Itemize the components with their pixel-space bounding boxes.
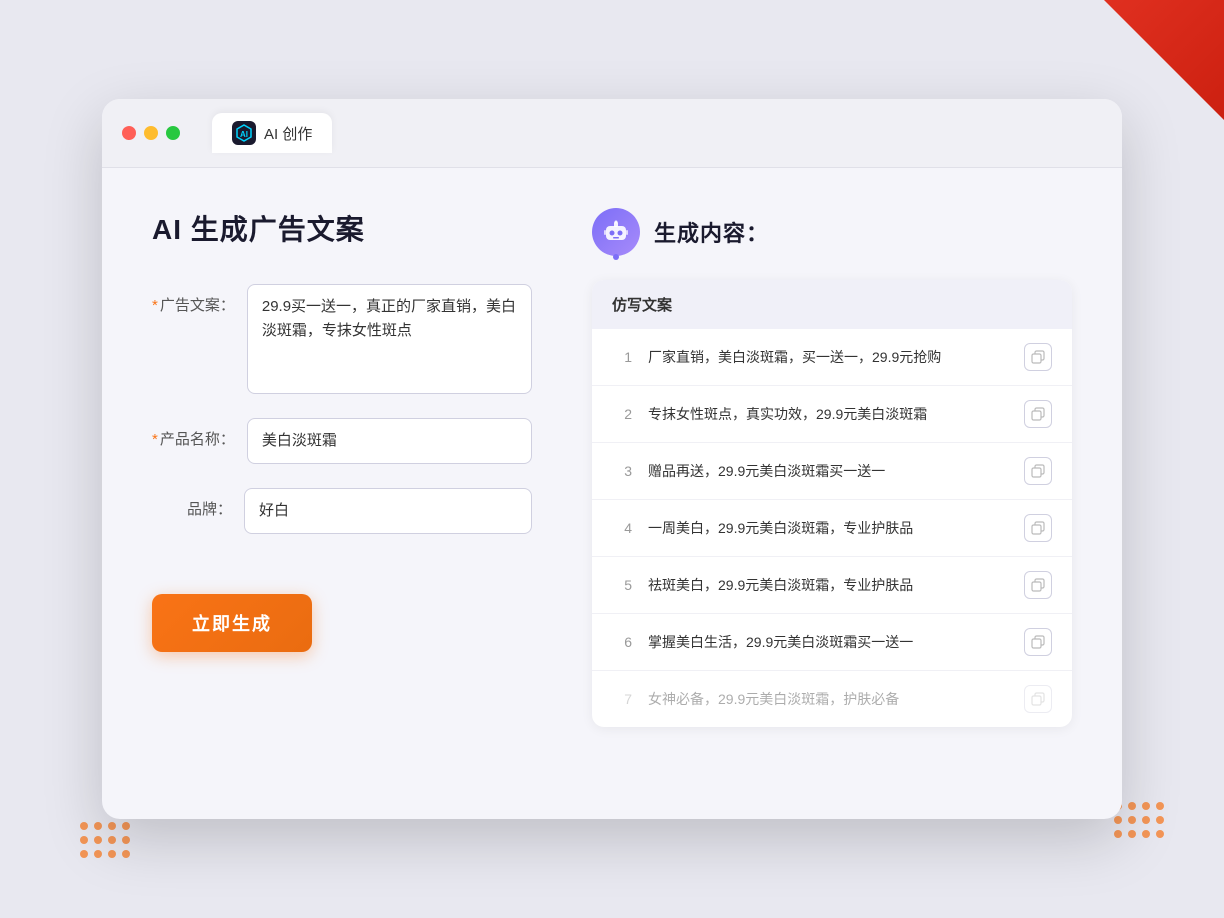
table-header: 仿写文案	[592, 280, 1072, 329]
result-row: 6 掌握美白生活，29.9元美白淡斑霜买一送一	[592, 614, 1072, 671]
decoration-corner-top-right	[1104, 0, 1224, 120]
generate-button[interactable]: 立即生成	[152, 594, 312, 652]
tab-label: AI 创作	[264, 123, 312, 144]
brand-label: 品牌：	[152, 488, 232, 519]
tab-ai-creation[interactable]: AI AI 创作	[212, 113, 332, 153]
decoration-dots-bottom-left	[80, 822, 130, 858]
product-name-row: *产品名称：	[152, 418, 532, 464]
ad-copy-row: *广告文案： 29.9买一送一，真正的厂家直销，美白淡斑霜，专抹女性斑点	[152, 284, 532, 394]
result-row: 2 专抹女性斑点，真实功效，29.9元美白淡斑霜	[592, 386, 1072, 443]
result-row: 7 女神必备，29.9元美白淡斑霜，护肤必备	[592, 671, 1072, 727]
result-title: 生成内容：	[654, 216, 769, 248]
product-name-label: *产品名称：	[152, 418, 235, 449]
product-name-input[interactable]	[247, 418, 532, 464]
row-text: 祛斑美白，29.9元美白淡斑霜，专业护肤品	[648, 575, 1008, 596]
decoration-dots-bottom-right	[1114, 802, 1164, 838]
row-number: 7	[612, 691, 632, 707]
copy-button[interactable]	[1024, 571, 1052, 599]
ad-copy-input[interactable]: 29.9买一送一，真正的厂家直销，美白淡斑霜，专抹女性斑点	[247, 284, 532, 394]
maximize-button[interactable]	[166, 126, 180, 140]
brand-input[interactable]	[244, 488, 532, 534]
copy-button[interactable]	[1024, 400, 1052, 428]
copy-button[interactable]	[1024, 514, 1052, 542]
required-star-product: *	[152, 431, 158, 448]
row-text: 专抹女性斑点，真实功效，29.9元美白淡斑霜	[648, 404, 1008, 425]
row-number: 1	[612, 349, 632, 365]
copy-button[interactable]	[1024, 685, 1052, 713]
main-content: AI 生成广告文案 *广告文案： 29.9买一送一，真正的厂家直销，美白淡斑霜，…	[102, 168, 1122, 788]
required-star-ad: *	[152, 297, 158, 314]
row-text: 女神必备，29.9元美白淡斑霜，护肤必备	[648, 689, 1008, 710]
result-header: 生成内容：	[592, 208, 1072, 256]
minimize-button[interactable]	[144, 126, 158, 140]
results-table: 仿写文案 1 厂家直销，美白淡斑霜，买一送一，29.9元抢购 2 专抹女性斑点，…	[592, 280, 1072, 727]
row-number: 2	[612, 406, 632, 422]
result-row: 1 厂家直销，美白淡斑霜，买一送一，29.9元抢购	[592, 329, 1072, 386]
row-number: 5	[612, 577, 632, 593]
page-title: AI 生成广告文案	[152, 208, 532, 248]
row-text: 赠品再送，29.9元美白淡斑霜买一送一	[648, 461, 1008, 482]
copy-button[interactable]	[1024, 457, 1052, 485]
result-row: 3 赠品再送，29.9元美白淡斑霜买一送一	[592, 443, 1072, 500]
app-window: AI AI 创作 AI 生成广告文案 *广告文案： 29.9买一送一，真正的厂家…	[102, 99, 1122, 819]
row-number: 6	[612, 634, 632, 650]
row-text: 一周美白，29.9元美白淡斑霜，专业护肤品	[648, 518, 1008, 539]
copy-button[interactable]	[1024, 628, 1052, 656]
right-panel: 生成内容： 仿写文案 1 厂家直销，美白淡斑霜，买一送一，29.9元抢购 2 专…	[592, 208, 1072, 748]
row-number: 4	[612, 520, 632, 536]
left-panel: AI 生成广告文案 *广告文案： 29.9买一送一，真正的厂家直销，美白淡斑霜，…	[152, 208, 532, 748]
result-row: 5 祛斑美白，29.9元美白淡斑霜，专业护肤品	[592, 557, 1072, 614]
results-list: 1 厂家直销，美白淡斑霜，买一送一，29.9元抢购 2 专抹女性斑点，真实功效，…	[592, 329, 1072, 727]
close-button[interactable]	[122, 126, 136, 140]
robot-icon	[592, 208, 640, 256]
result-row: 4 一周美白，29.9元美白淡斑霜，专业护肤品	[592, 500, 1072, 557]
svg-text:AI: AI	[240, 130, 248, 139]
titlebar: AI AI 创作	[102, 99, 1122, 168]
ad-copy-label: *广告文案：	[152, 284, 235, 315]
row-text: 掌握美白生活，29.9元美白淡斑霜买一送一	[648, 632, 1008, 653]
copy-button[interactable]	[1024, 343, 1052, 371]
row-number: 3	[612, 463, 632, 479]
row-text: 厂家直销，美白淡斑霜，买一送一，29.9元抢购	[648, 347, 1008, 368]
traffic-lights	[122, 126, 180, 140]
ai-icon: AI	[232, 121, 256, 145]
brand-row: 品牌：	[152, 488, 532, 534]
